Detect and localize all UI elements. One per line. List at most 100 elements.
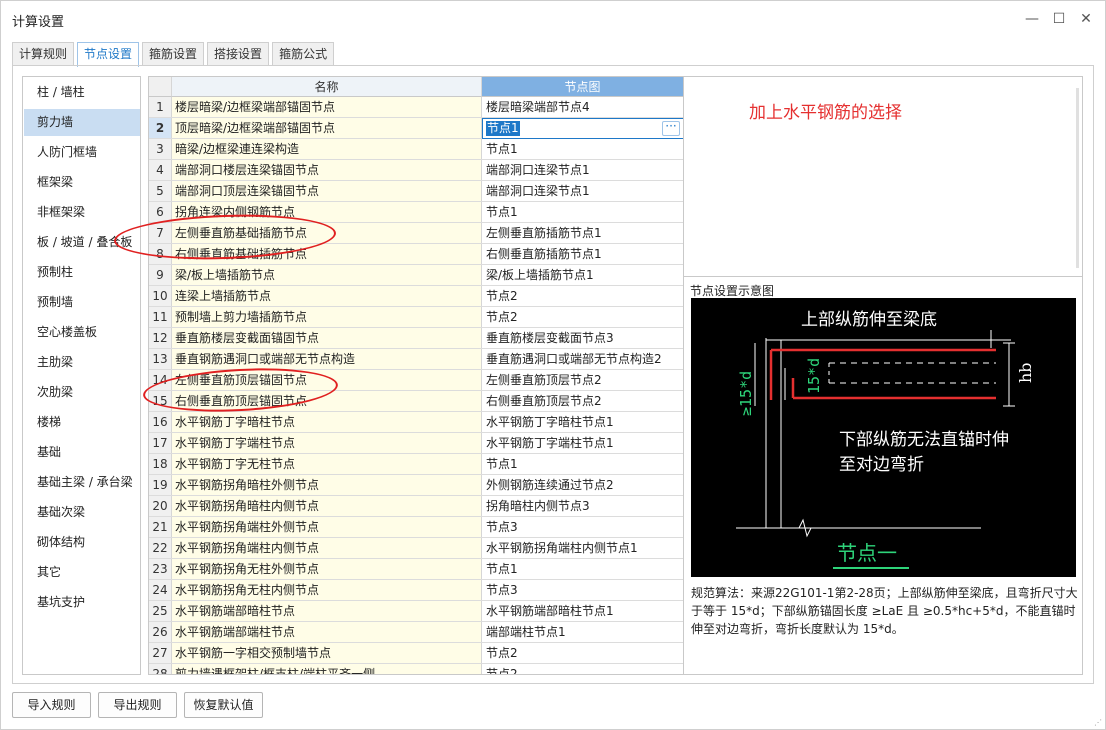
row-node[interactable]: 水平钢筋端部暗柱节点1 xyxy=(482,601,683,621)
category-item[interactable]: 砌体结构 xyxy=(24,529,140,556)
maximize-icon[interactable]: ☐ xyxy=(1048,9,1070,29)
table-row[interactable]: 4 端部洞口楼层连梁锚固节点 端部洞口连梁节点1 xyxy=(149,160,683,181)
tab-3[interactable]: 箍筋设置 xyxy=(142,42,205,66)
row-name[interactable]: 剪力墙遇框架柱/框支柱/端柱平齐一侧 xyxy=(172,664,482,674)
row-index[interactable]: 17 xyxy=(149,433,172,453)
row-name[interactable]: 梁/板上墙插筋节点 xyxy=(172,265,482,285)
table-row[interactable]: 2 顶层暗梁/边框梁端部锚固节点 节点1 ··· xyxy=(149,118,683,139)
row-name[interactable]: 水平钢筋端部暗柱节点 xyxy=(172,601,482,621)
tab-4[interactable]: 搭接设置 xyxy=(207,42,270,66)
row-node[interactable]: 节点3 xyxy=(482,580,683,600)
row-index[interactable]: 27 xyxy=(149,643,172,663)
header-name[interactable]: 名称 xyxy=(172,77,482,97)
row-node[interactable]: 端部洞口连梁节点1 xyxy=(482,181,683,201)
table-row[interactable]: 10 连梁上墙插筋节点 节点2 xyxy=(149,286,683,307)
table-row[interactable]: 5 端部洞口顶层连梁锚固节点 端部洞口连梁节点1 xyxy=(149,181,683,202)
category-item[interactable]: 空心楼盖板 xyxy=(24,319,140,346)
category-item[interactable]: 柱 / 墙柱 xyxy=(24,79,140,106)
row-name[interactable]: 水平钢筋丁字端柱节点 xyxy=(172,433,482,453)
table-row[interactable]: 3 暗梁/边框梁連连梁构造 节点1 xyxy=(149,139,683,160)
row-index[interactable]: 18 xyxy=(149,454,172,474)
row-name[interactable]: 水平钢筋拐角端柱外侧节点 xyxy=(172,517,482,537)
table-row[interactable]: 25 水平钢筋端部暗柱节点 水平钢筋端部暗柱节点1 xyxy=(149,601,683,622)
row-name[interactable]: 水平钢筋拐角无柱外侧节点 xyxy=(172,559,482,579)
row-name[interactable]: 水平钢筋一字相交预制墙节点 xyxy=(172,643,482,663)
category-item[interactable]: 基础 xyxy=(24,439,140,466)
table-row[interactable]: 26 水平钢筋端部端柱节点 端部端柱节点1 xyxy=(149,622,683,643)
row-name[interactable]: 水平钢筋丁字无柱节点 xyxy=(172,454,482,474)
category-item[interactable]: 框架梁 xyxy=(24,169,140,196)
row-node[interactable]: 节点1 xyxy=(482,202,683,222)
category-item[interactable]: 主肋梁 xyxy=(24,349,140,376)
node-edit-value[interactable]: 节点1 xyxy=(486,121,520,136)
row-name[interactable]: 水平钢筋拐角暗柱内侧节点 xyxy=(172,496,482,516)
category-item[interactable]: 预制柱 xyxy=(24,259,140,286)
row-name[interactable]: 水平钢筋拐角端柱内侧节点 xyxy=(172,538,482,558)
category-item[interactable]: 基础主梁 / 承台梁 xyxy=(24,469,140,496)
row-name[interactable]: 端部洞口楼层连梁锚固节点 xyxy=(172,160,482,180)
row-index[interactable]: 13 xyxy=(149,349,172,369)
restore-defaults-button[interactable]: 恢复默认值 xyxy=(184,692,263,718)
row-index[interactable]: 5 xyxy=(149,181,172,201)
resize-grip-icon[interactable]: ⋰ xyxy=(1094,719,1102,727)
row-index[interactable]: 12 xyxy=(149,328,172,348)
row-node[interactable]: 楼层暗梁端部节点4 xyxy=(482,97,683,117)
row-node[interactable]: 端部端柱节点1 xyxy=(482,622,683,642)
row-name[interactable]: 暗梁/边框梁連连梁构造 xyxy=(172,139,482,159)
table-row[interactable]: 11 预制墙上剪力墙插筋节点 节点2 xyxy=(149,307,683,328)
row-index[interactable]: 2 xyxy=(149,118,172,138)
row-node[interactable]: 水平钢筋拐角端柱内侧节点1 xyxy=(482,538,683,558)
import-rules-button[interactable]: 导入规则 xyxy=(12,692,91,718)
table-row[interactable]: 19 水平钢筋拐角暗柱外侧节点 外侧钢筋连续通过节点2 xyxy=(149,475,683,496)
row-name[interactable]: 水平钢筋拐角无柱内侧节点 xyxy=(172,580,482,600)
category-item[interactable]: 基础次梁 xyxy=(24,499,140,526)
table-row[interactable]: 24 水平钢筋拐角无柱内侧节点 节点3 xyxy=(149,580,683,601)
row-name[interactable]: 预制墙上剪力墙插筋节点 xyxy=(172,307,482,327)
table-row[interactable]: 9 梁/板上墙插筋节点 梁/板上墙插筋节点1 xyxy=(149,265,683,286)
row-index[interactable]: 19 xyxy=(149,475,172,495)
row-index[interactable]: 16 xyxy=(149,412,172,432)
row-name[interactable]: 水平钢筋端部端柱节点 xyxy=(172,622,482,642)
table-row[interactable]: 17 水平钢筋丁字端柱节点 水平钢筋丁字端柱节点1 xyxy=(149,433,683,454)
category-item[interactable]: 预制墙 xyxy=(24,289,140,316)
row-index[interactable]: 23 xyxy=(149,559,172,579)
row-node[interactable]: 端部洞口连梁节点1 xyxy=(482,160,683,180)
category-item[interactable]: 次肋梁 xyxy=(24,379,140,406)
row-node[interactable]: 水平钢筋丁字暗柱节点1 xyxy=(482,412,683,432)
row-node[interactable]: 垂直筋遇洞口或端部无节点构造2 xyxy=(482,349,683,369)
category-item[interactable]: 非框架梁 xyxy=(24,199,140,226)
header-node[interactable]: 节点图 xyxy=(482,77,683,97)
minimize-icon[interactable]: — xyxy=(1021,9,1043,29)
row-node[interactable]: 节点2 xyxy=(482,307,683,327)
row-node[interactable]: 右侧垂直筋顶层节点2 xyxy=(482,391,683,411)
category-item[interactable]: 剪力墙 xyxy=(24,109,140,136)
row-node[interactable]: 节点1 xyxy=(482,559,683,579)
tab-5[interactable]: 箍筋公式 xyxy=(272,42,335,66)
row-node[interactable]: 节点2 xyxy=(482,664,683,674)
node-edit-cell[interactable]: 节点1 ··· xyxy=(482,118,683,139)
table-row[interactable]: 1 楼层暗梁/边框梁端部锚固节点 楼层暗梁端部节点4 xyxy=(149,97,683,118)
row-node[interactable]: 节点2 xyxy=(482,286,683,306)
export-rules-button[interactable]: 导出规则 xyxy=(98,692,177,718)
row-index[interactable]: 20 xyxy=(149,496,172,516)
category-item[interactable]: 基坑支护 xyxy=(24,589,140,616)
row-index[interactable]: 28 xyxy=(149,664,172,674)
row-index[interactable]: 21 xyxy=(149,517,172,537)
ellipsis-icon[interactable]: ··· xyxy=(662,120,680,136)
row-node[interactable]: 节点1 xyxy=(482,454,683,474)
row-index[interactable]: 9 xyxy=(149,265,172,285)
row-name[interactable]: 水平钢筋丁字暗柱节点 xyxy=(172,412,482,432)
tab-2[interactable]: 节点设置 xyxy=(77,42,140,67)
preview-scrollbar[interactable] xyxy=(1076,88,1079,268)
close-icon[interactable]: ✕ xyxy=(1075,9,1097,29)
category-item[interactable]: 人防门框墙 xyxy=(24,139,140,166)
row-node[interactable]: 左侧垂直筋插筋节点1 xyxy=(482,223,683,243)
table-row[interactable]: 16 水平钢筋丁字暗柱节点 水平钢筋丁字暗柱节点1 xyxy=(149,412,683,433)
row-name[interactable]: 顶层暗梁/边框梁端部锚固节点 xyxy=(172,118,482,138)
table-row[interactable]: 20 水平钢筋拐角暗柱内侧节点 拐角暗柱内侧节点3 xyxy=(149,496,683,517)
row-index[interactable]: 26 xyxy=(149,622,172,642)
row-node[interactable]: 拐角暗柱内侧节点3 xyxy=(482,496,683,516)
row-index[interactable]: 1 xyxy=(149,97,172,117)
category-item[interactable]: 其它 xyxy=(24,559,140,586)
row-node[interactable]: 节点2 xyxy=(482,643,683,663)
